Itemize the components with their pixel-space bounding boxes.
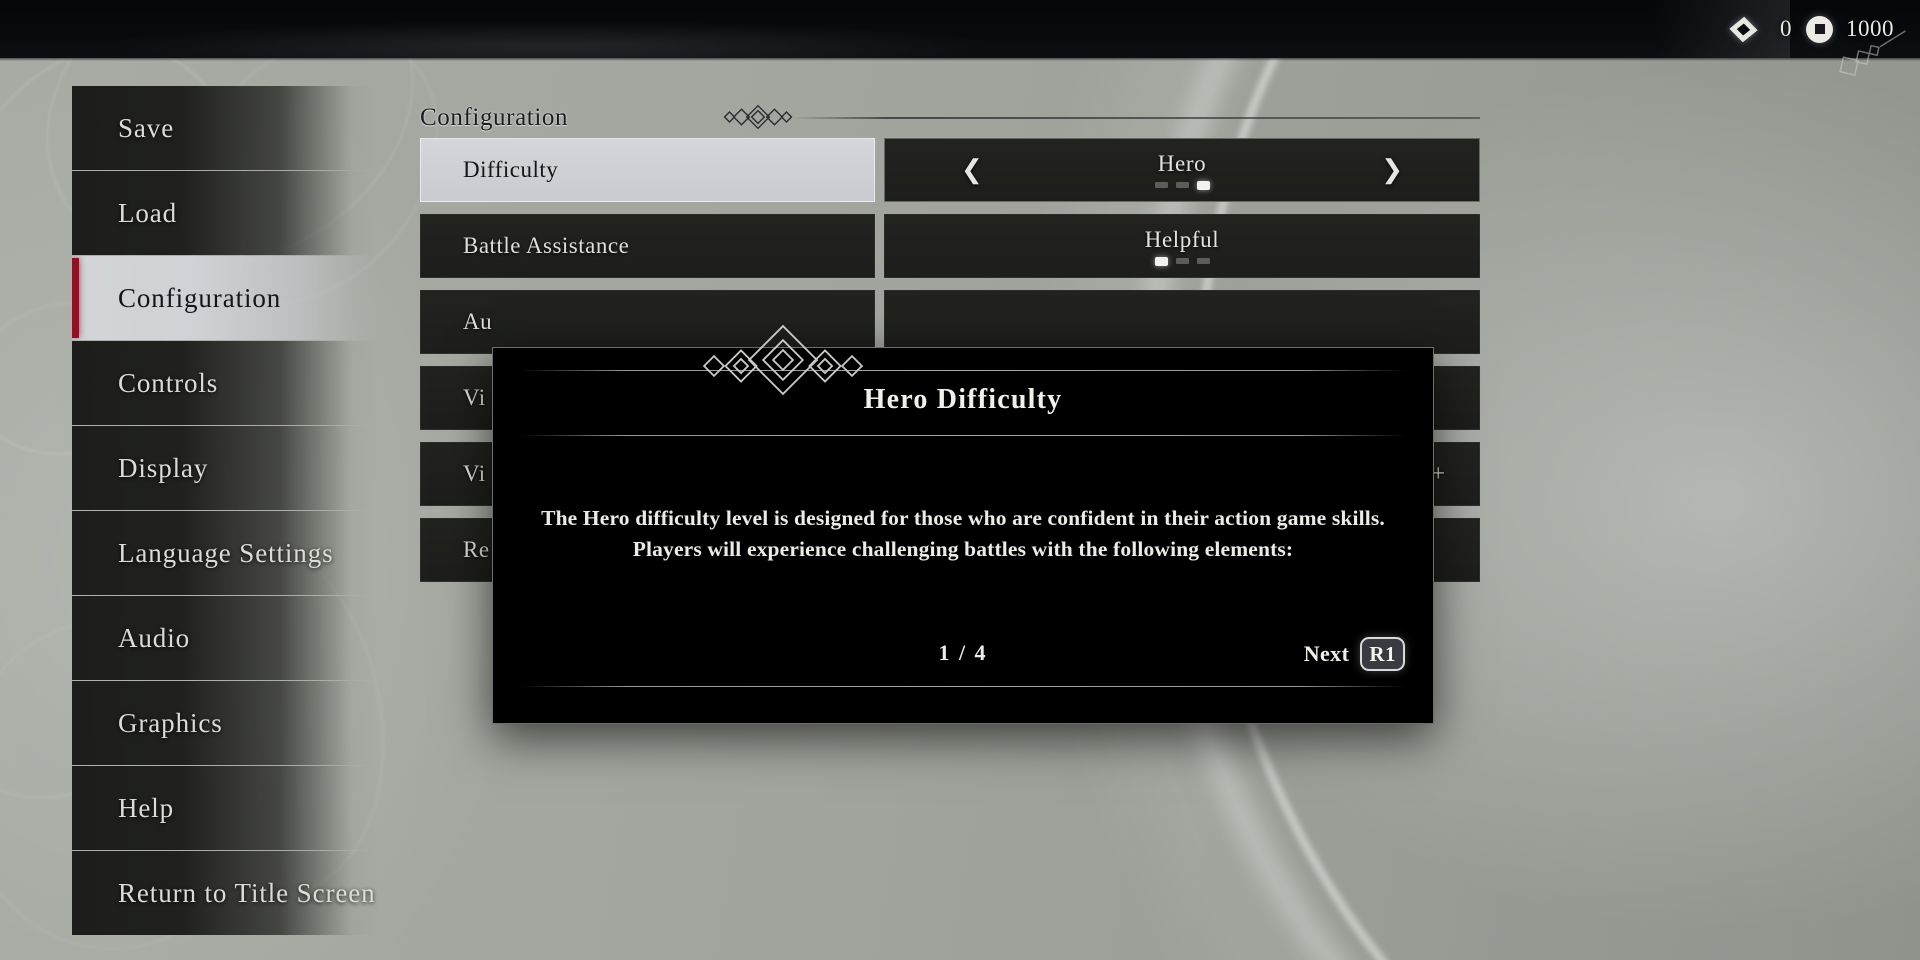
option-value-text: Helpful (1144, 226, 1220, 252)
hud-gem-value: 0 (1780, 16, 1792, 41)
sidebar-item-label: Configuration (118, 282, 282, 313)
sidebar-item-load[interactable]: Load (72, 171, 378, 255)
option-value-text: Hero (1157, 150, 1207, 176)
sidebar-item-label: Audio (118, 622, 190, 653)
sidebar-item-controls[interactable]: Controls (72, 341, 378, 425)
option-row-battle-assistance[interactable]: Battle Assistance Helpful (420, 214, 1480, 278)
option-value-stack: Hero (1154, 150, 1210, 190)
modal-top-rule (521, 370, 1405, 371)
header-divider-line (790, 117, 1480, 119)
modal-page-counter: 1 / 4 (938, 640, 988, 665)
step-pip (1175, 258, 1189, 264)
modal-body-text: The Hero difficulty level is designed fo… (541, 506, 1385, 561)
diamond-icon (1729, 16, 1758, 42)
sidebar-item-label: Graphics (118, 707, 223, 738)
sidebar-item-label: Language Settings (118, 537, 334, 568)
option-row-difficulty[interactable]: Difficulty ❮ Hero ❯ (420, 138, 1480, 202)
modal-bottom-rule (521, 686, 1405, 687)
r1-button-badge[interactable]: R1 (1360, 637, 1405, 671)
hud-gold-group: 1000 (1806, 15, 1894, 43)
sidebar-item-display[interactable]: Display (72, 426, 378, 510)
top-hud-bar: 0 1000 (0, 0, 1920, 61)
sidebar-item-language-settings[interactable]: Language Settings (72, 511, 378, 595)
modal-next-control[interactable]: Next R1 (1304, 637, 1405, 671)
option-step-indicator (1154, 180, 1210, 190)
modal-diamond-ornament-icon (702, 324, 864, 396)
chevron-right-icon[interactable]: ❯ (1381, 157, 1403, 183)
step-pip (1154, 182, 1168, 188)
option-row-3[interactable]: Au (420, 290, 1480, 354)
sidebar-item-audio[interactable]: Audio (72, 596, 378, 680)
sidebar-item-configuration[interactable]: Configuration (72, 256, 378, 340)
sidebar-item-label: Load (118, 197, 178, 228)
step-pip-active (1154, 256, 1168, 266)
sidebar-item-graphics[interactable]: Graphics (72, 681, 378, 765)
option-label: Battle Assistance (420, 214, 875, 278)
option-value-selector[interactable]: ❮ Hero ❯ (884, 138, 1480, 202)
currency-hud: 0 1000 (1729, 0, 1894, 58)
option-label: Difficulty (420, 138, 875, 202)
sidebar-item-label: Return to Title Screen (118, 877, 376, 908)
hud-gem-group: 0 (1729, 16, 1792, 42)
modal-title: Hero Difficulty (863, 384, 1063, 415)
page-header: Configuration (420, 98, 1480, 138)
hud-gold-value: 1000 (1846, 16, 1894, 41)
sidebar-item-label: Display (118, 452, 209, 483)
modal-title-rule (521, 435, 1405, 436)
sidebar-item-help[interactable]: Help (72, 766, 378, 850)
sidebar-item-return-to-title-screen[interactable]: Return to Title Screen (72, 851, 378, 935)
step-pip-active (1196, 180, 1210, 190)
option-value-stack: Helpful (1145, 227, 1219, 266)
coin-icon (1806, 15, 1833, 43)
sidebar-item-label: Save (118, 112, 175, 143)
option-value-selector[interactable] (884, 290, 1480, 354)
next-label: Next (1303, 641, 1350, 666)
difficulty-info-dialog: Hero Difficulty The Hero difficulty leve… (492, 347, 1434, 724)
sidebar-item-label: Controls (118, 367, 219, 398)
option-value-selector[interactable]: Helpful (884, 214, 1480, 278)
sidebar-item-label: Help (118, 792, 175, 823)
page-title: Configuration (420, 104, 569, 131)
settings-sidebar: Save Load Configuration Controls Display… (0, 86, 378, 936)
modal-footer: 1 / 4 Next R1 (521, 637, 1405, 671)
header-diamond-ornament-icon (723, 104, 793, 130)
step-pip (1175, 182, 1189, 188)
sidebar-item-save[interactable]: Save (72, 86, 378, 170)
game-settings-screen: 0 1000 Save Load Configuration Controls (0, 0, 1920, 960)
step-pip (1196, 258, 1210, 264)
option-step-indicator (1154, 256, 1210, 266)
chevron-left-icon[interactable]: ❮ (961, 157, 983, 183)
topbar-smoke-wisp (120, 6, 1360, 58)
